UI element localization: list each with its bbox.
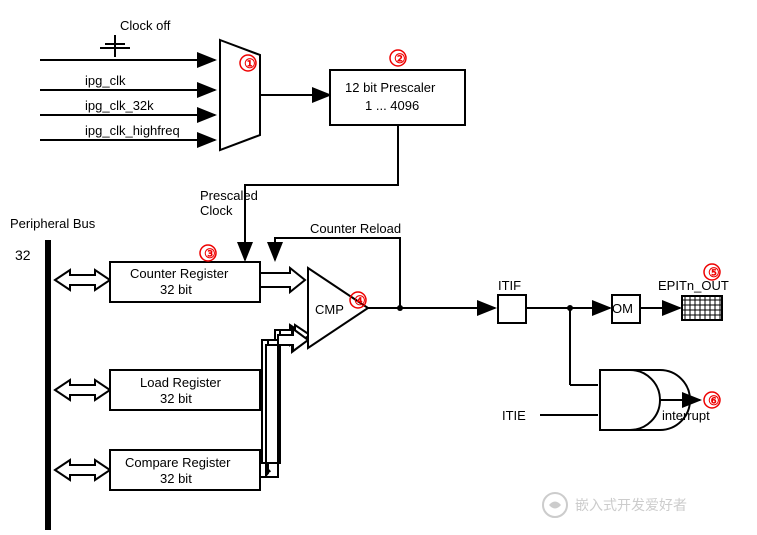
counter-register: Counter Register 32 bit ③: [110, 245, 260, 302]
svg-text:32 bit: 32 bit: [160, 282, 192, 297]
itif-block: ITIF: [498, 278, 526, 323]
mark-1: ①: [244, 56, 256, 71]
bus-label: Peripheral Bus: [10, 216, 96, 231]
label-ipg-clk: ipg_clk: [85, 73, 126, 88]
svg-text:Counter Register: Counter Register: [130, 266, 229, 281]
out-label: EPITn_OUT: [658, 278, 729, 293]
interrupt-label: interrupt: [662, 408, 710, 423]
svg-text:Clock: Clock: [200, 203, 233, 218]
compare-register: Compare Register 32 bit: [110, 450, 260, 490]
clock-inputs: Clock off ipg_clk ipg_clk_32k ipg_clk_hi…: [40, 18, 215, 140]
svg-text:Compare Register: Compare Register: [125, 455, 231, 470]
prescaler-range: 1 ... 4096: [365, 98, 419, 113]
cmp-label: CMP: [315, 302, 344, 317]
label-ipg-clk-32k: ipg_clk_32k: [85, 98, 154, 113]
om-label: OM: [612, 301, 633, 316]
data-paths: [260, 268, 310, 477]
bus-arrows: [55, 270, 110, 480]
svg-text:32 bit: 32 bit: [160, 391, 192, 406]
label-clock-off: Clock off: [120, 18, 171, 33]
om-block: OM: [612, 295, 640, 323]
svg-text:嵌入式开发爱好者: 嵌入式开发爱好者: [575, 497, 687, 513]
comparator: CMP ④: [308, 268, 368, 348]
mark-4: ④: [354, 293, 366, 308]
label-ipg-clk-highfreq: ipg_clk_highfreq: [85, 123, 180, 138]
and-gate: ITIE interrupt ⑥: [502, 308, 720, 430]
mark-3: ③: [204, 246, 216, 261]
bus-width: 32: [15, 247, 31, 263]
output-block: EPITn_OUT ⑤: [658, 264, 729, 320]
mark-2: ②: [394, 51, 406, 66]
itif-label: ITIF: [498, 278, 521, 293]
itie-label: ITIE: [502, 408, 526, 423]
clock-mux: ①: [220, 40, 330, 150]
svg-text:32 bit: 32 bit: [160, 471, 192, 486]
watermark: 嵌入式开发爱好者: [543, 493, 687, 517]
prescaler-title: 12 bit Prescaler: [345, 80, 436, 95]
prescaled-label: Prescaled: [200, 188, 258, 203]
mark-6: ⑥: [708, 393, 720, 408]
peripheral-bus: Peripheral Bus 32: [10, 216, 96, 530]
load-register: Load Register 32 bit: [110, 370, 260, 410]
svg-text:Load Register: Load Register: [140, 375, 222, 390]
reload-label: Counter Reload: [310, 221, 401, 236]
mark-5: ⑤: [708, 265, 720, 280]
